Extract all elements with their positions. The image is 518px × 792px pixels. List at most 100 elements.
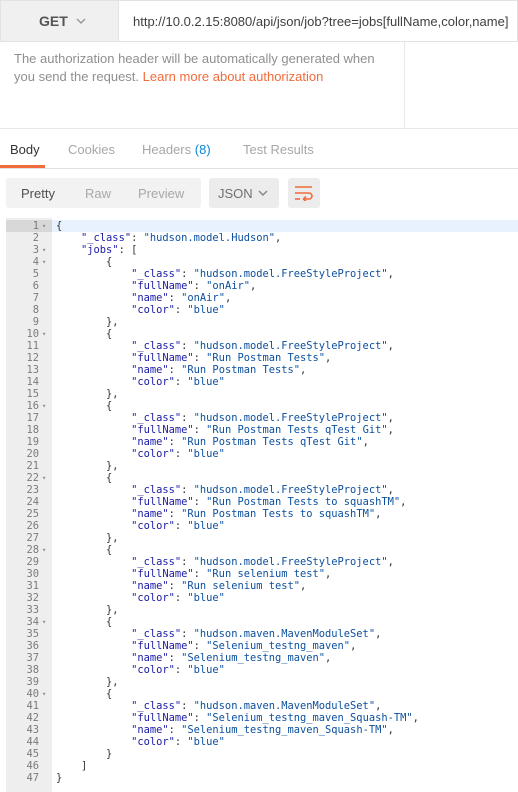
- code-text: "jobs": [: [81, 244, 138, 256]
- code-text: {: [56, 400, 113, 412]
- code-line: 22 ▾ {: [6, 472, 518, 484]
- code-line: 2 "_class": "hudson.model.Hudson",: [6, 232, 518, 244]
- fold-arrow-icon[interactable]: ▾: [42, 472, 46, 484]
- line-number: 30: [26, 568, 39, 580]
- code-line: 3 ▾ "jobs": [: [6, 244, 518, 256]
- line-number: 14: [26, 376, 39, 388]
- code-text: {: [56, 256, 113, 268]
- line-number: 10: [26, 328, 39, 340]
- chevron-down-icon: [76, 18, 86, 25]
- fold-arrow-icon[interactable]: ▾: [42, 400, 46, 412]
- code-line: 40 ▾ {: [6, 688, 518, 700]
- code-text: "fullName": "Run Postman Tests to squash…: [131, 496, 407, 508]
- code-line: 14 "color": "blue": [6, 376, 518, 388]
- line-number: 8: [32, 304, 39, 316]
- code-text: "_class": "hudson.model.Hudson",: [81, 232, 282, 244]
- line-number: 6: [32, 280, 39, 292]
- line-number: 15: [26, 388, 39, 400]
- view-pretty-button[interactable]: Pretty: [21, 186, 55, 201]
- code-text: ]: [56, 760, 88, 772]
- line-number: 41: [26, 700, 39, 712]
- line-number: 28: [26, 544, 39, 556]
- learn-more-link[interactable]: Learn more about authorization: [143, 69, 324, 84]
- code-line: 15 },: [6, 388, 518, 400]
- code-line: 37 "name": "Selenium_testng_maven",: [6, 652, 518, 664]
- code-text: "fullName": "Run selenium test",: [131, 568, 332, 580]
- code-text: {: [56, 328, 113, 340]
- code-line: 4 ▾ {: [6, 256, 518, 268]
- code-text: "color": "blue": [131, 664, 225, 676]
- line-number: 7: [32, 292, 39, 304]
- line-number: 26: [26, 520, 39, 532]
- line-number: 34: [26, 616, 39, 628]
- code-text: }: [56, 772, 63, 784]
- tab-cookies[interactable]: Cookies: [68, 142, 115, 157]
- line-number: 46: [26, 760, 39, 772]
- line-number: 37: [26, 652, 39, 664]
- chevron-down-icon: [258, 190, 268, 197]
- code-line: 18 "fullName": "Run Postman Tests qTest …: [6, 424, 518, 436]
- code-text: "color": "blue": [131, 304, 225, 316]
- code-line: 34 ▾ {: [6, 616, 518, 628]
- format-select[interactable]: JSON: [209, 178, 279, 208]
- code-text: {: [56, 688, 113, 700]
- line-number: 23: [26, 484, 39, 496]
- fold-arrow-icon[interactable]: ▾: [42, 328, 46, 340]
- line-number: 40: [26, 688, 39, 700]
- wrap-lines-button[interactable]: [288, 178, 320, 208]
- code-line: 6 "fullName": "onAir",: [6, 280, 518, 292]
- code-line: 28 ▾ {: [6, 544, 518, 556]
- code-line: 38 "color": "blue": [6, 664, 518, 676]
- line-number: 35: [26, 628, 39, 640]
- code-line: 9 },: [6, 316, 518, 328]
- line-number: 1: [32, 220, 39, 232]
- line-number: 17: [26, 412, 39, 424]
- code-text: {: [56, 544, 113, 556]
- code-line: 17 "_class": "hudson.model.FreeStyleProj…: [6, 412, 518, 424]
- line-number: 3: [32, 244, 39, 256]
- code-text: "_class": "hudson.model.FreeStyleProject…: [131, 484, 394, 496]
- code-line: 1 ▾ {: [6, 220, 518, 232]
- code-line: 43 "name": "Selenium_testng_maven_Squash…: [6, 724, 518, 736]
- code-text: "_class": "hudson.model.FreeStyleProject…: [131, 412, 394, 424]
- view-raw-button[interactable]: Raw: [85, 186, 111, 201]
- view-preview-button[interactable]: Preview: [138, 186, 184, 201]
- line-number: 20: [26, 448, 39, 460]
- code-text: },: [56, 316, 119, 328]
- url-input[interactable]: http://10.0.2.15:8080/api/json/job?tree=…: [118, 0, 518, 42]
- method-select[interactable]: GET: [0, 0, 118, 42]
- line-number: 2: [32, 232, 39, 244]
- code-line: 12 "fullName": "Run Postman Tests",: [6, 352, 518, 364]
- tab-body[interactable]: Body: [10, 142, 40, 157]
- fold-arrow-icon[interactable]: ▾: [42, 220, 46, 232]
- line-number: 4: [32, 256, 39, 268]
- tab-test-results[interactable]: Test Results: [243, 142, 314, 157]
- tab-headers-label: Headers: [142, 142, 192, 157]
- code-line: 11 "_class": "hudson.model.FreeStyleProj…: [6, 340, 518, 352]
- fold-arrow-icon[interactable]: ▾: [42, 616, 46, 628]
- code-text: "_class": "hudson.model.FreeStyleProject…: [131, 340, 394, 352]
- code-text: "fullName": "onAir",: [131, 280, 257, 292]
- tab-headers[interactable]: Headers (8): [142, 142, 211, 157]
- code-text: "name": "Selenium_testng_maven_Squash-TM…: [131, 724, 394, 736]
- line-number: 47: [26, 772, 39, 784]
- code-line: 27 },: [6, 532, 518, 544]
- fold-arrow-icon[interactable]: ▾: [42, 688, 46, 700]
- view-mode-switch: Pretty Raw Preview: [6, 178, 201, 208]
- response-body-editor[interactable]: 1 ▾{2 "_class": "hudson.model.Hudson", 3 ▾ …: [6, 218, 518, 792]
- code-text: "_class": "hudson.maven.MavenModuleSet",: [131, 700, 382, 712]
- code-text: "color": "blue": [131, 520, 225, 532]
- code-text: "name": "Run Postman Tests",: [131, 364, 307, 376]
- line-number: 44: [26, 736, 39, 748]
- url-text: http://10.0.2.15:8080/api/json/job?tree=…: [133, 13, 509, 29]
- fold-arrow-icon[interactable]: ▾: [42, 544, 46, 556]
- code-line: 13 "name": "Run Postman Tests",: [6, 364, 518, 376]
- line-number: 18: [26, 424, 39, 436]
- fold-arrow-icon[interactable]: ▾: [42, 256, 46, 268]
- line-number: 27: [26, 532, 39, 544]
- code-line: 29 "_class": "hudson.model.FreeStyleProj…: [6, 556, 518, 568]
- line-number: 32: [26, 592, 39, 604]
- code-text: },: [56, 604, 119, 616]
- fold-arrow-icon[interactable]: ▾: [42, 244, 46, 256]
- code-text: "fullName": "Selenium_testng_maven_Squas…: [131, 712, 419, 724]
